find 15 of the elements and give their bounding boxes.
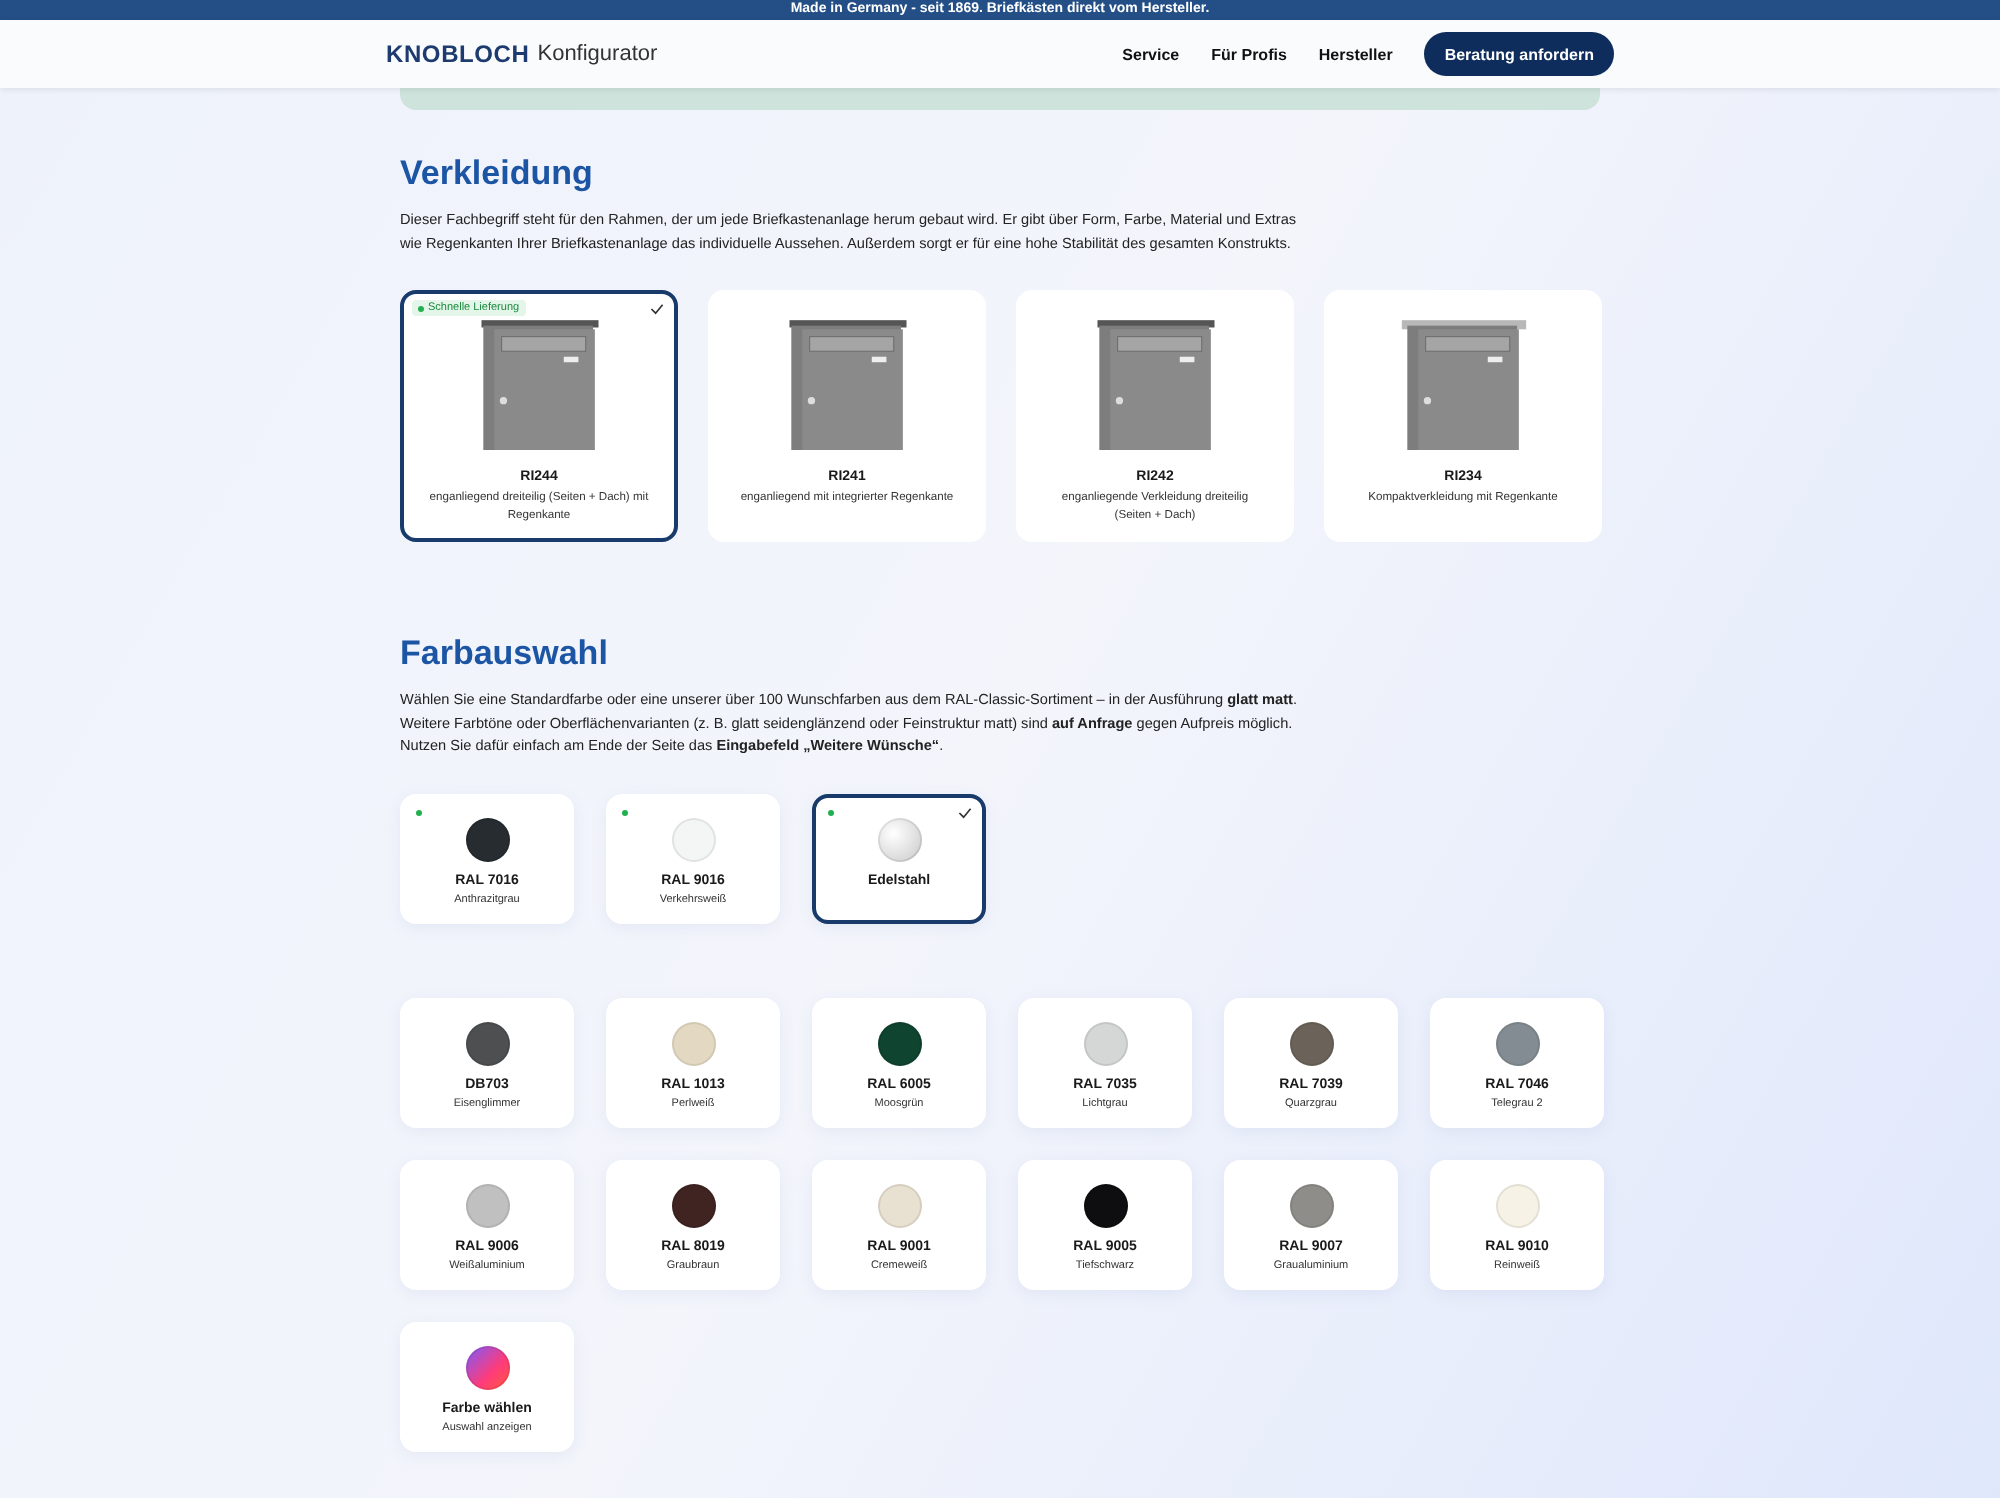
nav-link[interactable]: Hersteller: [1318, 45, 1393, 63]
brand-logo[interactable]: KNOBLOCH: [386, 40, 530, 68]
nav-link[interactable]: Service: [1122, 45, 1180, 63]
mailbox-drawing: [1091, 318, 1219, 454]
section-heading: Farbauswahl: [400, 632, 610, 676]
section-heading: Verkleidung: [400, 152, 595, 196]
nav-link[interactable]: Für Profis: [1211, 45, 1287, 63]
mailbox-drawing: [475, 318, 603, 454]
mailbox-drawing: [783, 318, 911, 454]
check-icon: [958, 805, 972, 819]
mailbox-drawing: [1399, 318, 1527, 454]
consultation-button[interactable]: Beratung anfordern: [1424, 32, 1614, 76]
brand-subtitle: Konfigurator: [537, 42, 658, 66]
check-icon: [650, 302, 664, 316]
gradient-swatch: [465, 1345, 509, 1389]
